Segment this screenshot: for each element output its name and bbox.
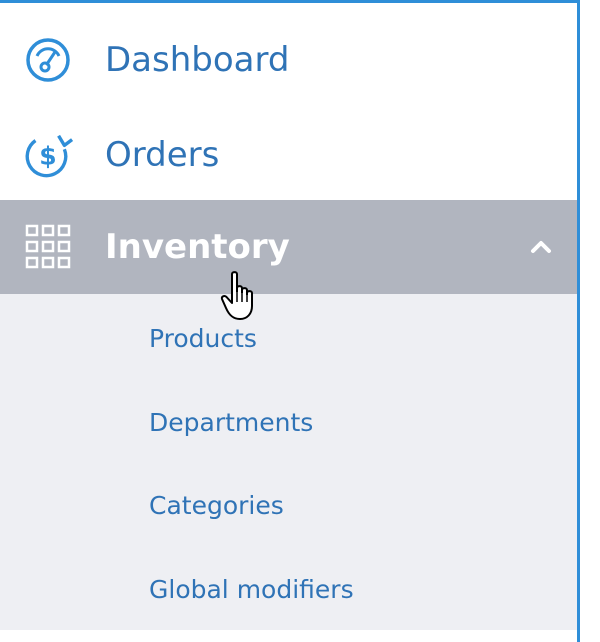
speedometer-icon: [22, 34, 74, 86]
sidebar-item-inventory[interactable]: Inventory: [0, 200, 577, 294]
submenu-item-departments[interactable]: Departments: [149, 408, 313, 437]
submenu-item-categories[interactable]: Categories: [149, 491, 284, 520]
sidebar-item-label: Orders: [105, 135, 220, 175]
sidebar-item-label: Dashboard: [105, 40, 290, 80]
sidebar-item-orders[interactable]: $ Orders: [0, 108, 577, 202]
sidebar-item-label: Inventory: [105, 227, 290, 267]
grid-icon: [22, 221, 74, 273]
submenu-item-products[interactable]: Products: [149, 324, 257, 353]
sidebar-item-dashboard[interactable]: Dashboard: [0, 13, 577, 107]
submenu-item-global-modifiers[interactable]: Global modifiers: [149, 575, 354, 604]
inventory-submenu: Products Departments Categories Global m…: [0, 294, 577, 630]
chevron-up-icon[interactable]: [530, 236, 552, 258]
dollar-refresh-icon: $: [22, 129, 74, 181]
svg-text:$: $: [39, 142, 56, 171]
sidebar: Dashboard $ Orders Inventory Products De…: [0, 0, 580, 642]
